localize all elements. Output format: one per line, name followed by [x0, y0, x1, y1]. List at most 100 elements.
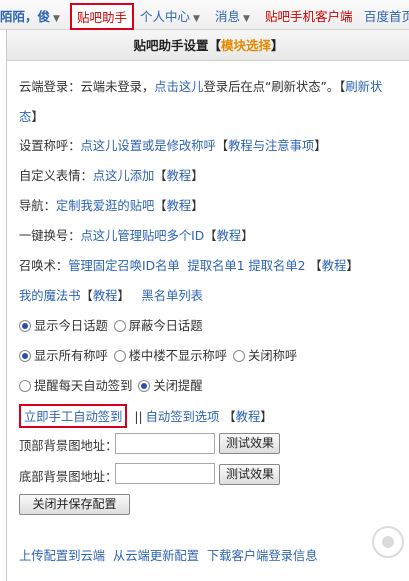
nav-personal-label: 个人中心 [140, 9, 191, 24]
bracket-close: 】 [117, 289, 130, 303]
nickname-label: 设置称呼： [19, 139, 81, 153]
manage-ids-link[interactable]: 点这儿管理贴吧多个ID [81, 229, 205, 243]
update-config-link[interactable]: 从云端更新配置 [113, 549, 199, 563]
bracket-open: 【 [223, 410, 236, 424]
radio-hide-in-floor[interactable]: 楼中楼不显示称呼 [113, 349, 228, 363]
bracket-close: 】 [31, 110, 44, 124]
refresh-status-link[interactable]: 刷新状 [345, 80, 382, 94]
magic-book-link[interactable]: 我的魔法书 [19, 289, 81, 303]
add-emoji-link[interactable]: 点这儿添加 [93, 169, 155, 183]
bracket-close: 】 [314, 139, 327, 153]
auto-sign-row: 立即手工自动签到 || 自动签到选项 【教程】 [19, 404, 273, 428]
radio-show-all-nicknames[interactable]: 显示所有称呼 [19, 349, 108, 363]
cloud-login-row-cont: 态】 [19, 107, 44, 125]
nav-helper-button[interactable]: 贴吧助手 [70, 3, 135, 30]
custom-emoji-label: 自定义表情： [19, 169, 93, 183]
radio-label: 提醒每天自动签到 [34, 379, 133, 393]
bracket-open: 【 [154, 169, 167, 183]
navigation-tutorial-link[interactable]: 教程 [167, 199, 192, 213]
customize-nav-link[interactable]: 定制我爱逛的贴吧 [56, 199, 154, 213]
bottom-bg-url-input[interactable] [115, 463, 215, 484]
summon-tutorial-link[interactable]: 教程 [322, 259, 347, 273]
radio-unchecked-icon [19, 380, 31, 392]
nav-messages[interactable]: 消息 ▼ [215, 6, 250, 25]
auto-sign-options-link[interactable]: 自动签到选项 [146, 410, 220, 424]
bracket-open: 【 [309, 259, 322, 273]
bracket-close: 】 [191, 169, 204, 183]
chevron-down-icon: ▼ [193, 14, 200, 24]
radio-label: 楼中楼不显示称呼 [128, 349, 228, 363]
radio-unchecked-icon [113, 320, 126, 332]
manage-summon-list-link[interactable]: 管理固定召唤ID名单 [68, 259, 179, 273]
nav-messages-label: 消息 [215, 9, 241, 24]
navigation-row: 导航：定制我爱逛的贴吧【教程】 [19, 196, 204, 214]
nav-mobile-client[interactable]: 贴吧手机客户端 [265, 6, 353, 25]
bracket-open: 【 [215, 139, 229, 153]
test-top-bg-button[interactable]: 测试效果 [219, 433, 280, 454]
sign-tutorial-link[interactable]: 教程 [236, 410, 261, 424]
cloud-login-row: 云端登录：云端未登录，点击这儿登录后在点“刷新状态”。【刷新状 [19, 77, 382, 95]
radio-show-topic[interactable]: 显示今日话题 [19, 319, 108, 333]
cloud-login-link[interactable]: 点击这儿 [154, 80, 203, 94]
magic-tutorial-link[interactable]: 教程 [93, 289, 118, 303]
custom-emoji-row: 自定义表情：点这儿添加【教程】 [19, 166, 204, 184]
summon-label: 召唤术： [19, 259, 69, 273]
magic-book-row: 我的魔法书【教程】 黑名单列表 [19, 286, 203, 304]
upload-config-link[interactable]: 上传配置到云端 [19, 549, 105, 563]
nav-user-label: 陌陌，俊 [0, 9, 51, 24]
close-save-config-button[interactable]: 关闭并保存配置 [19, 494, 130, 515]
nickname-tutorial-link[interactable]: 教程与注意事项 [228, 139, 314, 153]
radio-close-remind[interactable]: 关闭提醒 [138, 379, 203, 393]
chevron-down-icon: ▼ [53, 14, 60, 24]
extract-list-2-link[interactable]: 提取名单2 [248, 259, 305, 273]
switch-id-label: 一键换号： [19, 229, 81, 243]
nickname-radio-group: 显示所有称呼 楼中楼不显示称呼 关闭称呼 [19, 346, 299, 364]
bracket-close: 】 [260, 410, 273, 424]
watermark-logo-icon [372, 526, 404, 558]
nav-personal-center[interactable]: 个人中心 ▼ [140, 6, 200, 25]
topic-radio-group: 显示今日话题 屏蔽今日话题 [19, 316, 205, 334]
radio-label: 屏蔽今日话题 [128, 319, 203, 333]
bracket-open: 【 [204, 229, 217, 243]
module-select-link[interactable]: 模块选择 [221, 38, 271, 53]
nickname-setting-link[interactable]: 点这儿设置或是修改称呼 [81, 139, 216, 153]
radio-label: 关闭称呼 [248, 349, 298, 363]
manual-sign-button[interactable]: 立即手工自动签到 [19, 404, 128, 428]
footer-links: 上传配置到云端 从云端更新配置 下载客户端登录信息 [19, 546, 318, 564]
nav-user[interactable]: 陌陌，俊 ▼ [0, 6, 60, 25]
chevron-down-icon: ▼ [243, 14, 250, 24]
extract-list-1-link[interactable]: 提取名单1 [188, 259, 245, 273]
radio-label: 显示所有称呼 [34, 349, 108, 363]
bracket-close: 】 [191, 199, 204, 213]
bracket-open: 【 [80, 289, 93, 303]
nav-baidu-home[interactable]: 百度首页 [364, 6, 409, 25]
radio-checked-icon [19, 350, 31, 362]
switch-id-row: 一键换号：点这儿管理贴吧多个ID【教程】 [19, 226, 254, 244]
panel-title-bracket: 】 [271, 38, 284, 53]
radio-remind-sign[interactable]: 提醒每天自动签到 [19, 379, 132, 393]
helper-settings-panel: 贴吧助手设置【模块选择】 云端登录：云端未登录，点击这儿登录后在点“刷新状态”。… [6, 30, 409, 581]
blacklist-link[interactable]: 黑名单列表 [141, 289, 203, 303]
radio-label: 显示今日话题 [34, 319, 108, 333]
bracket-close: 】 [241, 229, 254, 243]
nickname-row: 设置称呼：点这儿设置或是修改称呼【教程与注意事项】 [19, 136, 327, 154]
top-bg-url-input[interactable] [115, 433, 215, 454]
switch-id-tutorial-link[interactable]: 教程 [217, 229, 242, 243]
bracket-open: 【 [154, 199, 167, 213]
radio-close-nickname[interactable]: 关闭称呼 [233, 349, 297, 363]
radio-unchecked-icon [233, 350, 246, 362]
bottom-bg-label: 底部背景图地址： [19, 470, 118, 484]
download-login-info-link[interactable]: 下载客户端登录信息 [207, 549, 318, 563]
emoji-tutorial-link[interactable]: 教程 [167, 169, 192, 183]
refresh-status-tail[interactable]: 态 [19, 110, 31, 124]
top-nav-bar: 陌陌，俊 ▼ 贴吧助手 个人中心 ▼ 消息 ▼ 贴吧手机客户端 百度首页 [0, 0, 409, 30]
test-bottom-bg-button[interactable]: 测试效果 [219, 464, 280, 485]
panel-title: 贴吧助手设置【模块选择】 [7, 30, 409, 61]
radio-unchecked-icon [113, 350, 126, 362]
separator: || [134, 410, 143, 424]
navigation-label: 导航： [19, 199, 56, 213]
panel-title-text: 贴吧助手设置【 [133, 38, 221, 53]
cloud-login-hint: 登录后在点“刷新状态”。 [203, 80, 340, 94]
radio-checked-icon [19, 320, 31, 332]
radio-hide-topic[interactable]: 屏蔽今日话题 [113, 319, 203, 333]
